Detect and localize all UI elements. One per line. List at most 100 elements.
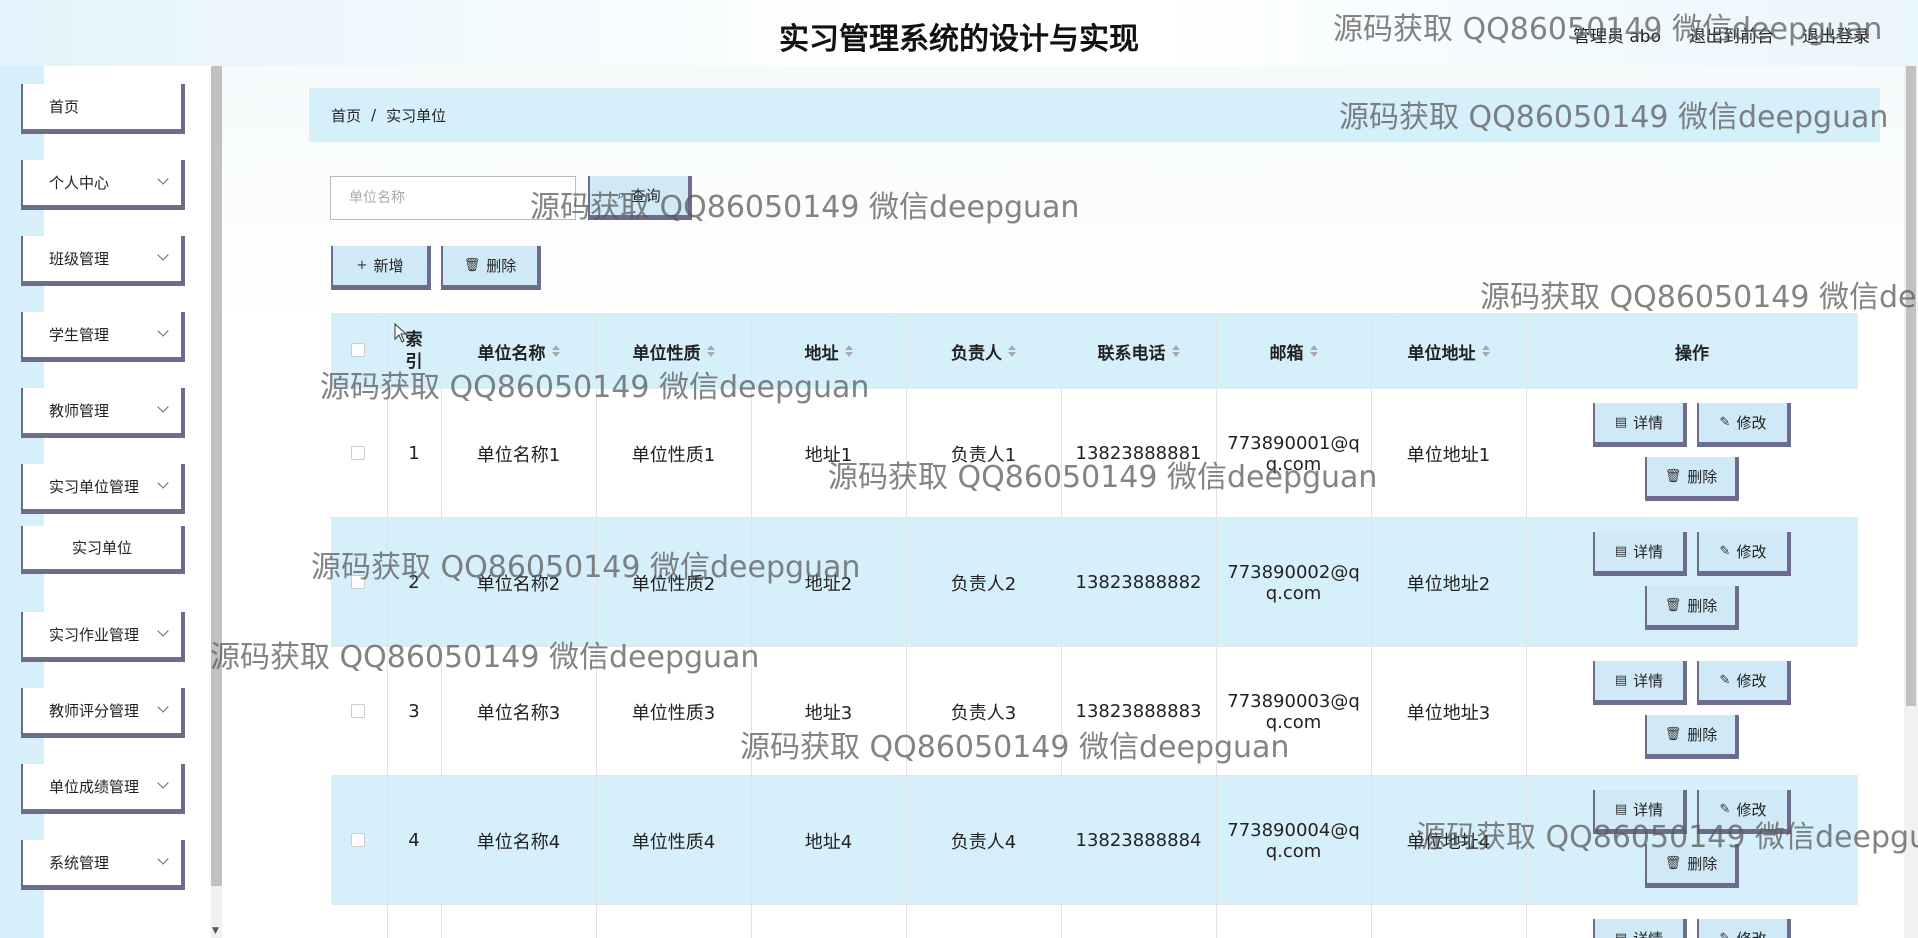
edit-button-label: 修改: [1736, 414, 1767, 432]
delete-button[interactable]: 🗑 删除: [1645, 715, 1739, 759]
detail-button-label: 详情: [1633, 928, 1663, 938]
pencil-icon: ✎: [1719, 544, 1731, 559]
sidebar-item-assignment-management[interactable]: 实习作业管理: [21, 612, 185, 662]
sidebar-item-unit-score-management[interactable]: 单位成绩管理: [21, 764, 185, 814]
header-address[interactable]: 地址: [751, 313, 906, 389]
detail-button[interactable]: ▤ 详情: [1593, 532, 1687, 576]
sidebar: 首页 个人中心 班级管理 学生管理 教师管理 实习单位管理 实习单位 实习作业管…: [0, 66, 210, 938]
header-name-label: 单位名称: [477, 343, 546, 364]
sidebar-item-internship-unit-management[interactable]: 实习单位管理: [21, 464, 185, 514]
logout-link[interactable]: 退出登录: [1802, 22, 1870, 47]
sidebar-item-class-management[interactable]: 班级管理: [21, 236, 185, 286]
header-email[interactable]: 邮箱: [1216, 313, 1371, 389]
scrollbar-thumb[interactable]: [211, 66, 222, 886]
header-name[interactable]: 单位名称: [441, 313, 596, 389]
detail-button[interactable]: ▤ 详情: [1593, 790, 1687, 834]
chevron-down-icon: [157, 401, 169, 413]
edit-button[interactable]: ✎ 修改: [1697, 661, 1791, 705]
scroll-down-arrow-icon[interactable]: ▼: [212, 926, 219, 936]
page-scrollbar-thumb[interactable]: [1906, 66, 1916, 706]
edit-button[interactable]: ✎ 修改: [1697, 403, 1791, 447]
cell-email: 773890002@q q.com: [1216, 518, 1371, 647]
add-button[interactable]: + 新增: [331, 246, 431, 290]
trash-icon: 🗑: [1664, 856, 1682, 871]
detail-button[interactable]: ▤ 详情: [1593, 919, 1687, 938]
delete-button-label: 删除: [1687, 726, 1718, 744]
detail-button-label: 详情: [1633, 414, 1664, 432]
page-scrollbar[interactable]: [1904, 66, 1918, 938]
delete-button[interactable]: 🗑 删除: [1645, 844, 1739, 888]
detail-button[interactable]: ▤ 详情: [1593, 403, 1687, 447]
column-divider: [596, 313, 597, 938]
sort-icon[interactable]: [706, 345, 715, 357]
sidebar-item-teacher-management[interactable]: 教师管理: [21, 388, 185, 438]
batch-delete-button[interactable]: 🗑 删除: [441, 246, 541, 290]
back-to-frontend-link[interactable]: 退出到前台: [1689, 22, 1774, 47]
document-icon: ▤: [1614, 544, 1628, 559]
sidebar-item-label: 实习单位: [71, 539, 132, 557]
header-unit-address[interactable]: 单位地址: [1371, 313, 1526, 389]
chevron-down-icon: [157, 477, 169, 489]
edit-button[interactable]: ✎ 修改: [1697, 919, 1791, 938]
sidebar-item-teacher-score-management[interactable]: 教师评分管理: [21, 688, 185, 738]
sidebar-item-personal-center[interactable]: 个人中心: [21, 160, 185, 210]
chevron-down-icon: [157, 701, 169, 713]
sidebar-subitem-internship-unit[interactable]: 实习单位: [21, 526, 185, 574]
header-actions-label: 操作: [1675, 343, 1709, 364]
delete-button[interactable]: 🗑 删除: [1645, 457, 1739, 501]
sidebar-item-student-management[interactable]: 学生管理: [21, 312, 185, 362]
cell-email-line2: q.com: [1265, 711, 1322, 733]
sort-icon[interactable]: [1171, 345, 1180, 357]
header-manager-label: 负责人: [951, 343, 1002, 364]
plus-icon: +: [356, 258, 368, 273]
row-checkbox[interactable]: [351, 704, 365, 718]
cell-email-line2: q.com: [1265, 453, 1322, 475]
sidebar-item-label: 系统管理: [49, 854, 110, 872]
column-divider: [906, 313, 907, 938]
breadcrumb-current: 实习单位: [386, 106, 447, 125]
trash-icon: 🗑: [1664, 469, 1682, 484]
sort-icon[interactable]: [1309, 345, 1318, 357]
sidebar-item-label: 实习作业管理: [49, 626, 140, 644]
row-checkbox[interactable]: [351, 446, 365, 460]
header-email-label: 邮箱: [1269, 343, 1304, 364]
header-manager[interactable]: 负责人: [906, 313, 1061, 389]
cell-email: 773890001@q q.com: [1216, 389, 1371, 518]
sort-icon[interactable]: [1481, 345, 1490, 357]
edit-button[interactable]: ✎ 修改: [1697, 532, 1791, 576]
trash-icon: 🗑: [1664, 727, 1682, 742]
cell-index: 3: [408, 701, 420, 722]
trash-icon: 🗑: [1664, 598, 1682, 613]
sidebar-scrollbar[interactable]: ▼: [211, 66, 222, 938]
detail-button[interactable]: ▤ 详情: [1593, 661, 1687, 705]
cell-nature: 单位性质3: [631, 702, 716, 724]
delete-button[interactable]: 🗑 删除: [1645, 586, 1739, 630]
search-icon: ⌕: [617, 188, 625, 203]
row-checkbox[interactable]: [351, 575, 365, 589]
edit-button[interactable]: ✎ 修改: [1697, 790, 1791, 834]
sidebar-item-system-management[interactable]: 系统管理: [21, 840, 185, 890]
sort-icon[interactable]: [1008, 345, 1016, 357]
table-row-partial: ▤ 详情 ✎ 修改: [331, 905, 1858, 938]
row-checkbox[interactable]: [351, 833, 365, 847]
chevron-down-icon: [157, 249, 169, 261]
pencil-icon: ✎: [1719, 415, 1731, 430]
cell-phone: 13823888882: [1075, 572, 1202, 593]
cell-phone: 13823888883: [1075, 701, 1202, 722]
header-nature[interactable]: 单位性质: [596, 313, 751, 389]
unit-name-search-input[interactable]: 单位名称: [330, 176, 576, 220]
query-button[interactable]: ⌕ 查询: [588, 176, 692, 220]
breadcrumb-home[interactable]: 首页: [331, 105, 361, 126]
document-icon: ▤: [1615, 931, 1627, 938]
cell-unit-address: 单位地址1: [1406, 444, 1491, 466]
add-button-label: 新增: [373, 257, 404, 275]
sidebar-item-home[interactable]: 首页: [21, 84, 185, 134]
cell-name: 单位名称1: [476, 444, 561, 466]
sort-icon[interactable]: [551, 345, 560, 357]
select-all-checkbox[interactable]: [351, 343, 365, 357]
chevron-down-icon: [157, 853, 169, 865]
header-phone[interactable]: 联系电话: [1061, 313, 1216, 389]
cell-phone: 13823888884: [1075, 830, 1202, 851]
column-divider: [1526, 313, 1527, 938]
sort-icon[interactable]: [844, 345, 853, 357]
